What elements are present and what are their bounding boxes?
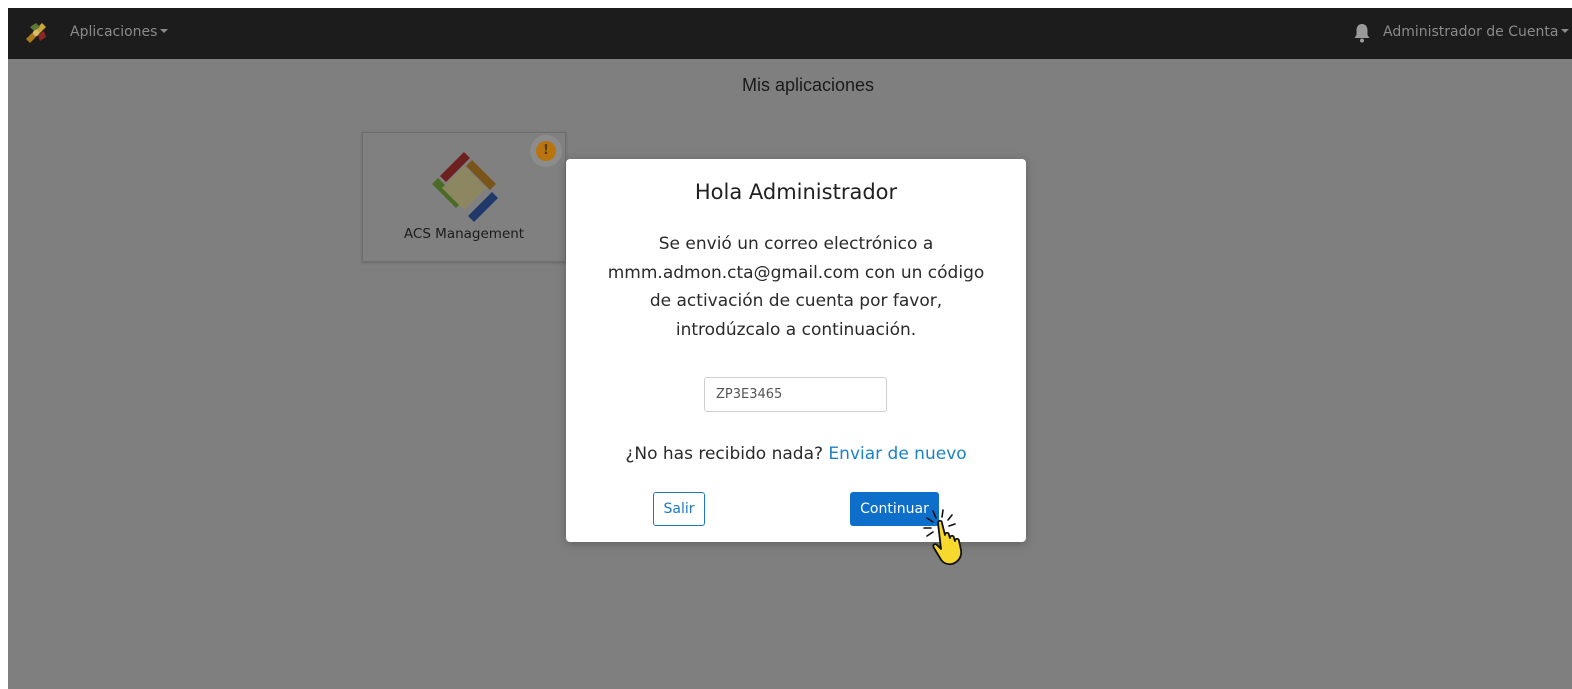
hand-pointer-icon [923,509,963,566]
chevron-down-icon [160,29,169,33]
warning-badge[interactable]: ! [530,135,562,167]
exclamation-icon: ! [536,141,556,161]
bell-icon[interactable] [1353,23,1371,43]
app-name: ACS Management [403,226,525,242]
modal-message: Se envió un correo electrónico a mmm.adm… [607,234,985,340]
applications-menu-label: Aplicaciones [70,24,158,40]
diamond-logo-icon [432,152,498,222]
account-menu[interactable]: Administrador de Cuenta [1383,24,1570,40]
page-backdrop: Aplicaciones Administrador de Cuenta Mis… [8,8,1572,689]
resend-link[interactable]: Enviar de nuevo [828,444,966,464]
exit-button[interactable]: Salir [653,492,705,526]
chevron-down-icon [1561,29,1570,33]
account-menu-label: Administrador de Cuenta [1383,24,1559,40]
activation-code-input[interactable] [704,377,887,412]
top-navbar: Aplicaciones Administrador de Cuenta [8,8,1572,59]
modal-title: Hola Administrador [694,180,898,204]
resend-prompt: ¿No has recibido nada? [625,444,824,464]
applications-menu[interactable]: Aplicaciones [70,24,169,40]
resend-row: ¿No has recibido nada? Enviar de nuevo [566,444,1026,464]
activation-modal: Hola Administrador Se envió un correo el… [566,159,1026,542]
page-title: Mis aplicaciones [741,75,875,95]
app-logo-icon[interactable] [24,21,48,45]
